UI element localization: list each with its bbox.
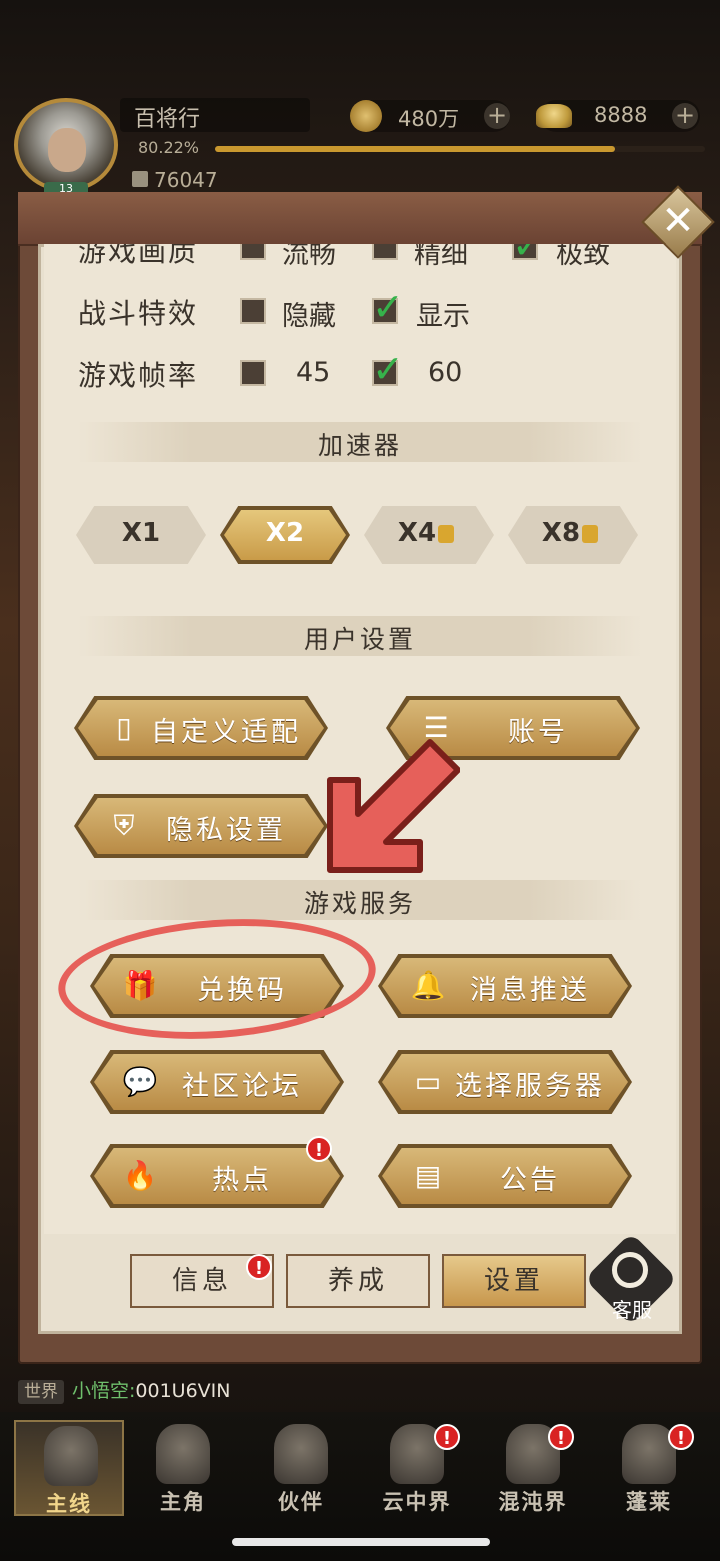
close-icon[interactable]: ✕ <box>652 196 704 248</box>
coin-value: 480万 <box>398 107 460 131</box>
speed-label: X1 <box>121 518 161 548</box>
add-coins-button[interactable]: + <box>484 103 510 129</box>
hotspot-alert-badge: ! <box>306 1136 332 1162</box>
option-quality-smooth: 流畅 <box>282 244 336 270</box>
hero-icon <box>156 1424 210 1484</box>
setting-label-quality: 游戏画质 <box>78 244 199 268</box>
nav-label: 混沌界 <box>498 1490 568 1514</box>
nav-label: 主线 <box>46 1492 92 1516</box>
check-mark-icon: ✓ <box>372 285 404 329</box>
nav-label: 伙伴 <box>278 1490 324 1514</box>
option-quality-ultra: 极致 <box>556 244 610 270</box>
power-icon <box>132 171 148 187</box>
option-quality-fine: 精细 <box>414 244 468 270</box>
privacy-settings-button[interactable]: ⛨ 隐私设置 <box>74 794 328 858</box>
speed-x2-button[interactable]: X2 <box>220 506 350 564</box>
nav-alert-badge: ! <box>548 1424 574 1450</box>
tab-settings[interactable]: 设置 <box>442 1254 586 1308</box>
option-effects-show: 显示 <box>416 301 470 332</box>
announcement-label: 公告 <box>500 1165 560 1196</box>
push-notification-button[interactable]: 🔔 消息推送 <box>378 954 632 1018</box>
chat-channel-tag: 世界 <box>18 1380 64 1404</box>
nav-alert-badge: ! <box>434 1424 460 1450</box>
partner-icon <box>274 1424 328 1484</box>
community-forum-label: 社区论坛 <box>182 1071 302 1102</box>
headset-icon <box>612 1252 648 1288</box>
crossed-swords-icon <box>44 1426 98 1486</box>
nav-alert-badge: ! <box>668 1424 694 1450</box>
avatar-face <box>48 128 86 172</box>
setting-label-effects: 战斗特效 <box>78 297 199 330</box>
gold-ingot-icon <box>536 104 572 128</box>
section-title-user-settings: 用户设置 <box>303 625 416 654</box>
nav-label: 蓬莱 <box>626 1490 672 1514</box>
setting-label-framerate: 游戏帧率 <box>78 359 199 392</box>
nav-main-story[interactable]: 主线 <box>14 1420 124 1516</box>
tab-develop[interactable]: 养成 <box>286 1254 430 1308</box>
chat-sender: 小悟空: <box>72 1380 136 1402</box>
add-gold-button[interactable]: + <box>672 103 698 129</box>
option-fps-60: 60 <box>428 357 463 388</box>
speed-label: X2 <box>265 518 305 548</box>
check-mark-icon: ✓ <box>372 347 404 391</box>
player-avatar[interactable] <box>14 98 118 192</box>
announcement-button[interactable]: ▤ 公告 <box>378 1144 632 1208</box>
exp-bar-fill <box>215 146 615 152</box>
select-server-button[interactable]: ▭ 选择服务器 <box>378 1050 632 1114</box>
checkbox-fps-45[interactable] <box>240 360 266 386</box>
account-label: 账号 <box>508 717 568 748</box>
select-server-label: 选择服务器 <box>455 1071 605 1102</box>
push-notification-label: 消息推送 <box>470 975 590 1006</box>
section-title-accelerator: 加速器 <box>317 431 402 460</box>
nav-partner[interactable]: 伙伴 <box>246 1420 356 1516</box>
world-chat-line[interactable]: 世界 小悟空:001U6VIN <box>18 1376 231 1404</box>
nav-label: 云中界 <box>382 1490 452 1514</box>
customer-service-label: 客服 <box>612 1298 652 1322</box>
checkbox-quality-smooth[interactable] <box>240 244 266 260</box>
chat-message: 001U6VIN <box>135 1380 231 1402</box>
player-name: 百将行 <box>134 107 201 132</box>
hotspot-label: 热点 <box>212 1165 272 1196</box>
gold-value: 8888 <box>594 103 648 127</box>
privacy-settings-label: 隐私设置 <box>166 815 286 846</box>
speed-label: X4 <box>358 518 494 548</box>
exp-percent: 80.22% <box>138 138 200 157</box>
community-forum-button[interactable]: 💬 社区论坛 <box>90 1050 344 1114</box>
lock-icon <box>582 524 599 543</box>
speed-x1-button[interactable]: X1 <box>76 506 206 564</box>
arrow-annotation <box>327 739 460 873</box>
speed-label: X8 <box>502 518 638 548</box>
panel-header <box>18 192 702 246</box>
nav-label: 主角 <box>160 1490 206 1514</box>
option-fps-45: 45 <box>296 357 331 388</box>
lock-icon <box>438 524 455 543</box>
nav-hero[interactable]: 主角 <box>128 1420 238 1516</box>
speed-x4-button[interactable]: X4 <box>364 506 494 564</box>
speed-x8-button[interactable]: X8 <box>508 506 638 564</box>
power-value: 76047 <box>154 168 218 192</box>
option-effects-hide: 隐藏 <box>282 301 336 332</box>
home-indicator[interactable] <box>232 1538 490 1546</box>
checkbox-quality-fine[interactable] <box>372 244 398 260</box>
info-alert-badge: ! <box>246 1254 272 1280</box>
coin-icon <box>350 100 382 132</box>
custom-adapt-label: 自定义适配 <box>151 717 301 748</box>
check-mark-icon: ✓ <box>512 244 544 267</box>
custom-adapt-button[interactable]: ▯ 自定义适配 <box>74 696 328 760</box>
checkbox-effects-hide[interactable] <box>240 298 266 324</box>
